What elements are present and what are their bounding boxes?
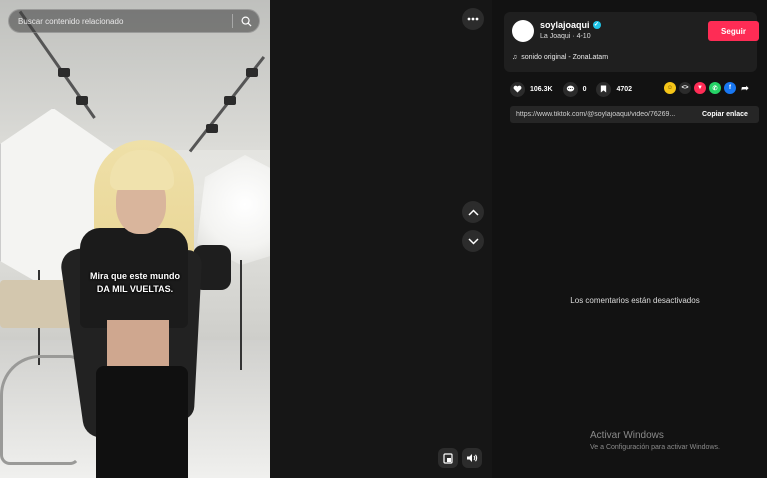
bookmark-icon xyxy=(596,81,612,97)
floating-player-button[interactable] xyxy=(438,448,458,468)
details-panel: soylajoaqui ✓ La Joaqui · 4-10 Seguir ♫ … xyxy=(492,0,767,478)
caption-line-1: Mira que este mundo xyxy=(89,271,180,281)
volume-button[interactable] xyxy=(462,448,482,468)
link-box: https://www.tiktok.com/@soylajoaqui/vide… xyxy=(510,106,759,123)
like-count: 106.3K xyxy=(530,85,553,93)
video-controls-area xyxy=(270,0,492,478)
profile-subtitle: La Joaqui · 4-10 xyxy=(540,33,591,40)
search-icon[interactable] xyxy=(233,9,259,33)
ceiling-lamp xyxy=(224,96,236,105)
heart-icon xyxy=(510,81,525,97)
video-player[interactable]: Mira que este mundo DA MIL VUELTAS. Busc… xyxy=(0,0,270,478)
comment-count: 0 xyxy=(582,85,587,93)
music-link[interactable]: ♫ sonido original - ZonaLatam xyxy=(512,54,608,61)
username[interactable]: soylajoaqui ✓ xyxy=(540,20,601,30)
ceiling-lamp xyxy=(206,124,218,133)
watermark-title: Activar Windows xyxy=(590,430,664,441)
whatsapp-icon[interactable]: ✆ xyxy=(709,82,721,94)
tiktok-viewer: Mira que este mundo DA MIL VUELTAS. Busc… xyxy=(0,0,767,478)
person-torso xyxy=(107,320,169,370)
avatar[interactable] xyxy=(512,20,534,42)
music-title: sonido original - ZonaLatam xyxy=(521,54,609,61)
caption-line-2: DA MIL VUELTAS. xyxy=(96,284,174,294)
username-text: soylajoaqui xyxy=(540,20,590,30)
more-options-button[interactable] xyxy=(462,8,484,30)
volume-icon xyxy=(467,454,478,462)
share-options: ☺ <> ▼ ✆ f ➦ xyxy=(664,82,751,94)
save-count: 4702 xyxy=(616,85,633,93)
chair xyxy=(0,355,80,465)
more-icon xyxy=(467,17,479,21)
copy-link-button[interactable]: Copiar enlace xyxy=(696,111,748,118)
like-button[interactable]: 106.3K xyxy=(510,81,553,97)
floating-player-icon xyxy=(443,452,453,464)
video-caption: Mira que este mundo DA MIL VUELTAS. xyxy=(80,270,190,296)
ceiling-lamp xyxy=(246,68,258,77)
search-input[interactable]: Buscar contenido relacionado xyxy=(9,17,232,26)
send-icon[interactable]: ▼ xyxy=(694,82,706,94)
emoji-icon[interactable]: ☺ xyxy=(664,82,676,94)
save-button[interactable]: 4702 xyxy=(596,81,633,97)
chevron-down-icon xyxy=(467,237,479,245)
video-link[interactable]: https://www.tiktok.com/@soylajoaqui/vide… xyxy=(510,111,696,118)
next-video-button[interactable] xyxy=(462,230,484,252)
embed-icon[interactable]: <> xyxy=(679,82,691,94)
light-stand xyxy=(240,260,242,370)
person-pants xyxy=(96,366,188,478)
previous-video-button[interactable] xyxy=(462,201,484,223)
follow-button[interactable]: Seguir xyxy=(708,21,759,41)
comment-icon xyxy=(562,81,578,97)
windows-activation-watermark: Activar Windows Ve a Configuración para … xyxy=(590,430,720,451)
verified-icon: ✓ xyxy=(592,21,601,29)
forward-icon[interactable]: ➦ xyxy=(739,82,751,94)
profile-card: soylajoaqui ✓ La Joaqui · 4-10 Seguir ♫ … xyxy=(504,12,759,72)
ceiling-lamp xyxy=(76,96,88,105)
music-note-icon: ♫ xyxy=(512,54,518,61)
chevron-up-icon xyxy=(467,208,479,216)
comments-disabled-message: Los comentarios están desactivados xyxy=(570,296,700,305)
watermark-subtitle: Ve a Configuración para activar Windows. xyxy=(590,444,720,451)
search-bar[interactable]: Buscar contenido relacionado xyxy=(8,9,260,33)
facebook-icon[interactable]: f xyxy=(724,82,736,94)
comment-button[interactable]: 0 xyxy=(562,81,587,97)
ceiling-lamp xyxy=(58,68,70,77)
